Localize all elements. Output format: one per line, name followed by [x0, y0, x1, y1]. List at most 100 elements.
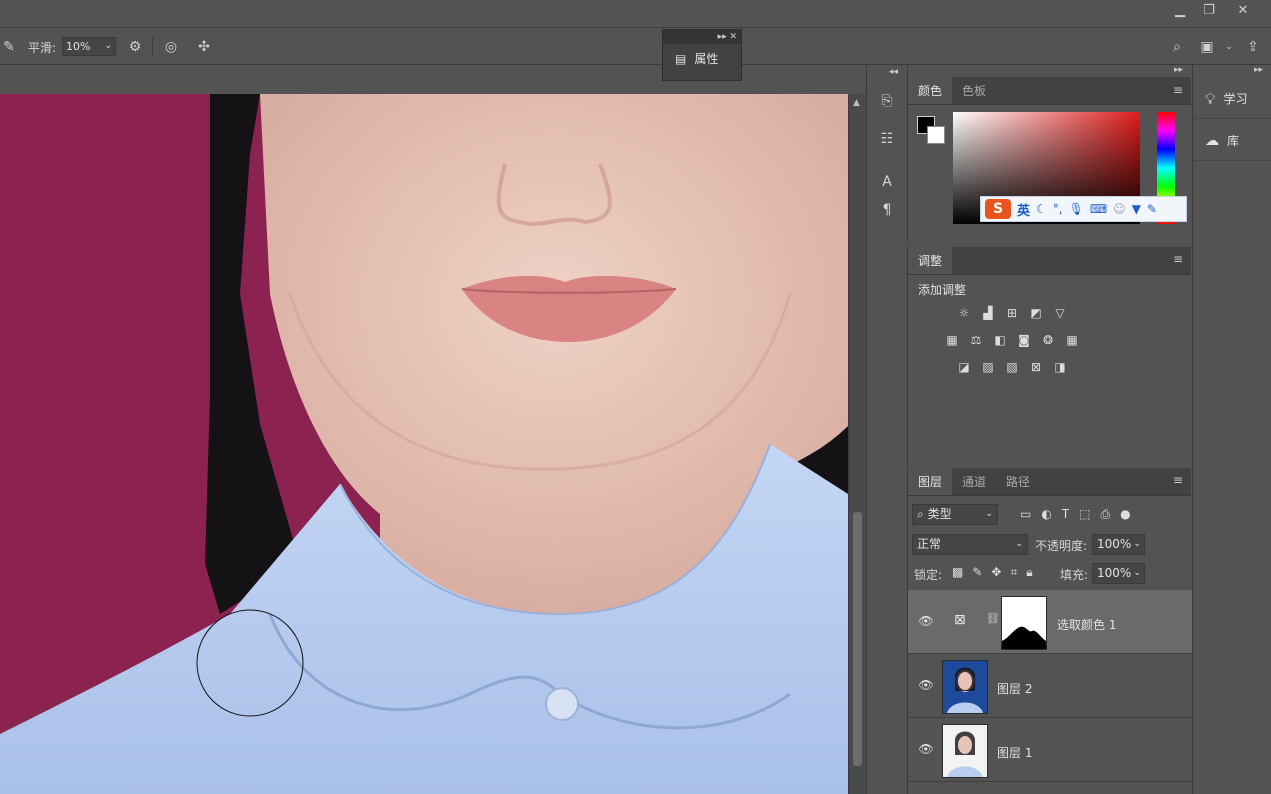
layer-thumbnail[interactable] — [942, 724, 988, 778]
filter-toggle-icon[interactable]: ● — [1120, 507, 1130, 522]
collapse-icon[interactable]: ◂◂ — [889, 67, 898, 77]
library-item[interactable]: ☁ 库 — [1193, 121, 1271, 161]
photo-filter-icon[interactable]: ◙ — [1016, 333, 1032, 347]
opacity-input[interactable]: 100% ⌄ — [1092, 534, 1145, 555]
ime-toolbar[interactable]: S 英 ☾ °, 🎙︎ ⌨ ☺ ▼ ✎ — [980, 196, 1187, 222]
fill-input[interactable]: 100% ⌄ — [1092, 563, 1145, 584]
tab-color[interactable]: 颜色 — [908, 77, 953, 104]
posterize-icon[interactable]: ▨ — [980, 360, 996, 374]
color-lookup-icon[interactable]: ▦ — [1064, 333, 1080, 347]
gradient-map-icon[interactable]: ◨ — [1052, 360, 1068, 374]
skin-icon[interactable]: ▼ — [1132, 202, 1141, 216]
portrait-thumbnail — [947, 731, 983, 777]
layer-name: 图层 2 — [997, 682, 1033, 696]
character-icon[interactable]: A — [877, 172, 897, 192]
divider — [152, 37, 153, 57]
document-canvas[interactable] — [0, 94, 848, 794]
visibility-eye-icon[interactable]: 👁︎ — [918, 678, 934, 692]
collapse-icon[interactable]: ▸▸ — [1254, 65, 1263, 75]
curves-icon[interactable]: ⊞ — [1004, 306, 1020, 320]
workspace-icon[interactable]: ▣ — [1198, 38, 1216, 56]
adjustment-row-2: ▦ ⚖ ◧ ◙ ❂ ▦ — [944, 333, 1080, 347]
search-icon[interactable]: ⌕ — [1168, 38, 1186, 56]
brightness-icon[interactable]: ☼ — [956, 306, 972, 320]
selective-color-icon: ⊠ — [954, 612, 966, 628]
vibrance-icon[interactable]: ▽ — [1052, 306, 1068, 320]
moon-icon[interactable]: ☾ — [1036, 202, 1047, 216]
scroll-up-icon[interactable]: ▲ — [853, 98, 860, 108]
blend-mode-select[interactable]: 正常 ⌄ — [912, 534, 1028, 555]
tab-channels[interactable]: 通道 — [952, 468, 996, 495]
brush-tool-icon[interactable]: ✎ — [0, 38, 18, 56]
ime-logo-icon: S — [985, 199, 1011, 219]
pixel-filter-icon[interactable]: ▭ — [1020, 507, 1031, 522]
share-icon[interactable]: ⇪ — [1244, 38, 1262, 56]
tab-layers[interactable]: 图层 — [908, 468, 953, 495]
gear-icon[interactable]: ⚙ — [126, 38, 144, 56]
background-color-swatch[interactable] — [927, 126, 945, 144]
panel-menu-icon[interactable]: ≡ — [1173, 84, 1183, 96]
wrench-icon[interactable]: ✎ — [1147, 202, 1157, 216]
levels-icon[interactable]: ▟ — [980, 306, 996, 320]
character-style-icon[interactable]: ☷ — [877, 129, 897, 149]
panel-menu-icon[interactable]: ≡ — [1173, 474, 1183, 486]
adjustment-filter-icon[interactable]: ◐ — [1041, 507, 1051, 522]
close-icon[interactable]: ✕ — [1226, 0, 1260, 22]
layer-filter-select[interactable]: ⌕ 类型 ⌄ — [912, 504, 998, 525]
smooth-label: 平滑: — [28, 41, 57, 55]
smooth-input[interactable]: 10% ⌄ — [62, 37, 116, 56]
chevron-down-icon: ⌄ — [985, 509, 993, 519]
restore-icon[interactable]: ❐ — [1192, 0, 1226, 22]
properties-float-panel[interactable]: ▸▸ ✕ ▤ 属性 — [662, 29, 742, 81]
selective-color-icon[interactable]: ⊠ — [1028, 360, 1044, 374]
canvas-vertical-scrollbar[interactable]: ▲ — [848, 94, 866, 794]
pressure-icon[interactable]: ◎ — [162, 38, 180, 56]
portrait-thumbnail — [947, 667, 983, 713]
color-balance-icon[interactable]: ⚖ — [968, 333, 984, 347]
visibility-eye-icon[interactable]: 👁︎ — [918, 742, 934, 756]
smooth-value: 10% — [66, 40, 91, 53]
tab-swatches[interactable]: 色板 — [952, 77, 996, 104]
user-icon[interactable]: ☺ — [1113, 202, 1126, 216]
learn-item[interactable]: 💡︎ 学习 — [1193, 79, 1271, 119]
channel-mixer-icon[interactable]: ❂ — [1040, 333, 1056, 347]
black-white-icon[interactable]: ◧ — [992, 333, 1008, 347]
opacity-label: 不透明度: — [1035, 539, 1088, 553]
lock-transparent-icon[interactable]: ▩ — [952, 565, 963, 580]
mask-link-icon[interactable]: ⛓ — [986, 612, 1000, 625]
invert-icon[interactable]: ◪ — [956, 360, 972, 374]
punctuation-icon[interactable]: °, — [1053, 202, 1063, 216]
threshold-icon[interactable]: ▧ — [1004, 360, 1020, 374]
layer-thumbnail[interactable] — [942, 660, 988, 714]
history-icon[interactable]: ⎘ — [877, 91, 897, 111]
visibility-eye-icon[interactable]: 👁︎ — [918, 614, 934, 628]
expand-icon[interactable]: ▸▸ — [1174, 65, 1183, 75]
exposure-icon[interactable]: ◩ — [1028, 306, 1044, 320]
paragraph-icon[interactable]: ¶ — [877, 200, 897, 220]
panel-menu-icon[interactable]: ≡ — [1173, 253, 1183, 265]
keyboard-icon[interactable]: ⌨ — [1090, 202, 1107, 216]
ime-lang[interactable]: 英 — [1017, 200, 1030, 219]
chevron-down-icon[interactable]: ⌄ — [1220, 38, 1238, 56]
photoshop-window: ▁ ❐ ✕ ✎ 平滑: 10% ⌄ ⚙ ◎ ✣ ⌕ ▣ ⌄ ⇪ ▸▸ ✕ ▤ 属… — [0, 0, 1271, 794]
lock-paint-icon[interactable]: ✎ — [972, 565, 982, 580]
tab-paths[interactable]: 路径 — [996, 468, 1040, 495]
layer-mask-thumbnail[interactable] — [1001, 596, 1047, 650]
artboard-icon[interactable]: ⌗ — [1010, 565, 1017, 580]
scrollbar-thumb[interactable] — [853, 512, 862, 766]
microphone-icon[interactable]: 🎙︎ — [1069, 202, 1084, 216]
smart-object-filter-icon[interactable]: ⎙ — [1101, 507, 1111, 522]
symmetry-icon[interactable]: ✣ — [195, 38, 213, 56]
chevron-down-icon: ⌄ — [1015, 539, 1023, 549]
layer-row[interactable]: 👁︎ 图层 2 — [908, 654, 1192, 718]
layers-tabs: 图层 通道 路径 — [908, 468, 1191, 496]
shape-filter-icon[interactable]: ⬚ — [1079, 507, 1090, 522]
lock-all-icon[interactable]: 🔒︎ — [1026, 565, 1032, 580]
layer-row[interactable]: 👁︎ ⊠ ⛓ 选取颜色 1 — [908, 590, 1192, 654]
lock-position-icon[interactable]: ✥ — [991, 565, 1001, 580]
type-filter-icon[interactable]: T — [1062, 507, 1069, 522]
lightbulb-icon: 💡︎ — [1205, 89, 1216, 108]
layer-row[interactable]: 👁︎ 图层 1 — [908, 718, 1192, 782]
hue-saturation-icon[interactable]: ▦ — [944, 333, 960, 347]
tab-adjustments[interactable]: 调整 — [908, 247, 953, 274]
